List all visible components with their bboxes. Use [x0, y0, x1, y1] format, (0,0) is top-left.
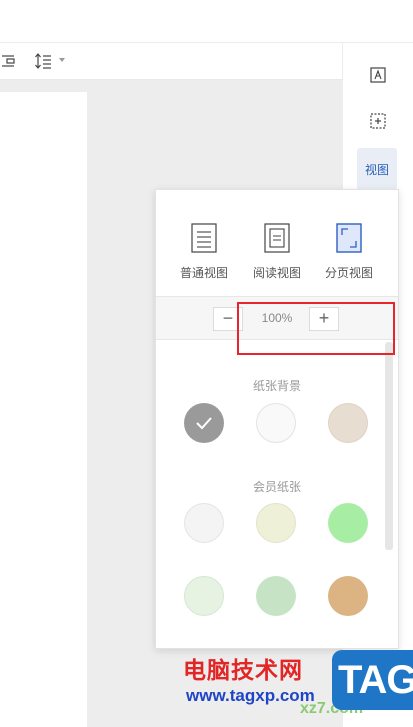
view-mode-section: 普通视图 阅读视图 分页视图	[156, 190, 398, 297]
page-view-icon	[336, 223, 362, 253]
top-bar	[0, 0, 413, 43]
member-swatch-sage[interactable]	[256, 576, 296, 616]
watermark-url: www.tagxp.com	[186, 686, 315, 705]
insert-frame-icon[interactable]	[368, 111, 388, 131]
page-view-option[interactable]: 分页视图	[319, 220, 379, 284]
member-swatch-cream-pattern[interactable]	[256, 503, 296, 543]
view-settings-panel: 普通视图 阅读视图 分页视图 − 100% + 纸张背景 会员纸张	[155, 189, 399, 649]
paper-swatch-linen[interactable]	[328, 403, 368, 443]
normal-view-option[interactable]: 普通视图	[174, 220, 234, 284]
text-box-icon[interactable]	[368, 65, 388, 85]
member-swatch-mint[interactable]	[184, 576, 224, 616]
zoom-highlight-annotation	[237, 302, 395, 355]
reading-view-label: 阅读视图	[252, 266, 301, 280]
line-spacing-icon[interactable]	[34, 52, 52, 70]
member-paper-title: 会员纸张	[252, 480, 301, 494]
paper-swatch-white-texture[interactable]	[256, 403, 296, 443]
document-page[interactable]	[0, 92, 87, 727]
member-swatch-white-leaf[interactable]	[184, 503, 224, 543]
text-direction-icon[interactable]	[0, 52, 18, 70]
reading-view-icon	[264, 223, 290, 253]
panel-scrollbar[interactable]	[385, 342, 393, 550]
check-icon	[196, 417, 212, 430]
paper-swatch-gray-selected[interactable]	[184, 403, 224, 443]
chevron-down-icon[interactable]	[59, 58, 65, 62]
normal-view-icon	[191, 223, 217, 253]
page-view-label: 分页视图	[324, 266, 373, 280]
member-swatch-wood[interactable]	[328, 576, 368, 616]
paper-background-title: 纸张背景	[252, 379, 301, 393]
watermark-title: 电脑技术网	[183, 657, 303, 683]
reading-view-option[interactable]: 阅读视图	[247, 220, 307, 284]
watermark-logo: TAG	[332, 650, 413, 710]
member-swatch-green-light[interactable]	[328, 503, 368, 543]
normal-view-label: 普通视图	[179, 266, 228, 280]
tab-view[interactable]: 视图	[357, 148, 397, 190]
